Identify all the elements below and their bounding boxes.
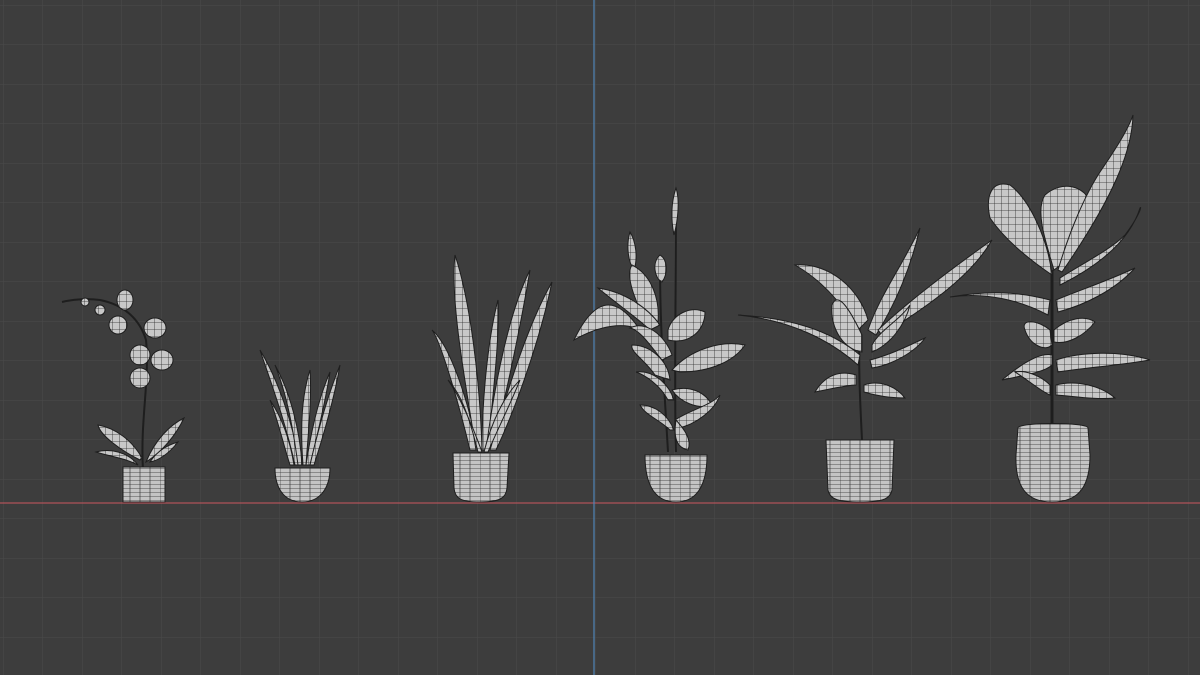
3d-viewport[interactable] [0,0,1200,675]
floor-grid [0,0,1200,675]
orchid-pot [122,466,166,503]
